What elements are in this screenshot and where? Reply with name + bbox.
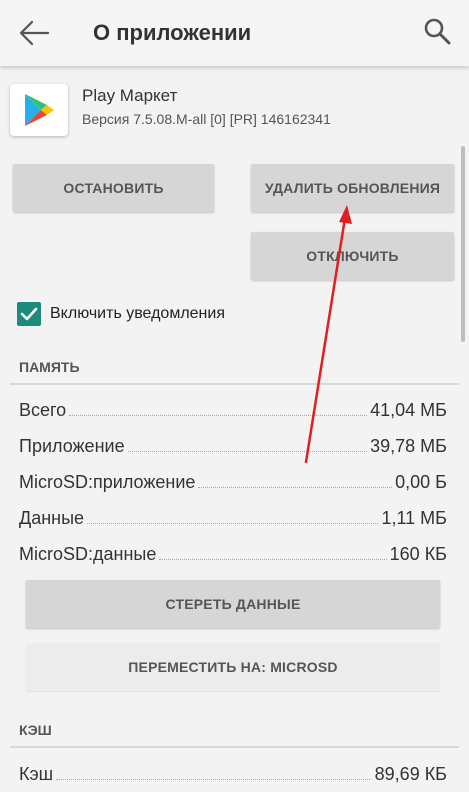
row-label: MicroSD:приложение <box>19 472 196 492</box>
stop-button[interactable]: ОСТАНОВИТЬ <box>13 164 214 212</box>
uninstall-updates-button[interactable]: УДАЛИТЬ ОБНОВЛЕНИЯ <box>251 164 454 212</box>
row-value: 89,69 КБ <box>374 764 447 784</box>
play-store-icon <box>10 84 68 136</box>
row-value: 39,78 МБ <box>370 436 447 456</box>
cache-section-header: КЭШ <box>19 722 52 738</box>
row-label: Кэш <box>19 764 54 784</box>
app-header: Play Маркет Версия 7.5.08.M-all [0] [PR]… <box>10 84 450 144</box>
app-bar: О приложении <box>0 0 469 66</box>
row-label: Данные <box>19 508 85 528</box>
dot-leader <box>69 414 368 416</box>
clear-data-button[interactable]: СТЕРЕТЬ ДАННЫЕ <box>26 580 440 628</box>
app-info-content[interactable]: Play Маркет Версия 7.5.08.M-all [0] [PR]… <box>0 66 469 792</box>
checkbox-checked[interactable] <box>17 302 41 326</box>
row-value: 1,11 МБ <box>381 508 447 528</box>
cache-divider <box>10 746 459 748</box>
memory-row-microsd-data: MicroSD:данные 160 КБ <box>19 541 447 565</box>
memory-row-app: Приложение 39,78 МБ <box>19 433 447 457</box>
memory-row-microsd-app: MicroSD:приложение 0,00 Б <box>19 469 447 493</box>
row-value: 0,00 Б <box>395 472 447 492</box>
disable-button[interactable]: ОТКЛЮЧИТЬ <box>251 232 454 280</box>
app-version: Версия 7.5.08.M-all [0] [PR] 146162341 <box>82 111 331 127</box>
notifications-toggle[interactable]: Включить уведомления <box>17 302 437 328</box>
check-icon <box>20 307 38 321</box>
dot-leader <box>56 778 372 780</box>
memory-row-total: Всего 41,04 МБ <box>19 397 447 421</box>
row-label: Приложение <box>19 436 125 456</box>
row-label: Всего <box>19 400 67 420</box>
dot-leader <box>87 522 379 524</box>
notifications-label: Включить уведомления <box>50 305 225 322</box>
memory-section-header: ПАМЯТЬ <box>19 359 80 375</box>
arrow-left-icon[interactable] <box>18 18 50 48</box>
scrollbar[interactable] <box>461 146 465 342</box>
row-label: MicroSD:данные <box>19 544 157 564</box>
memory-row-data: Данные 1,11 МБ <box>19 505 447 529</box>
dot-leader <box>159 558 387 560</box>
search-icon[interactable] <box>422 16 452 46</box>
memory-divider <box>10 383 459 385</box>
app-name: Play Маркет <box>82 86 178 105</box>
dot-leader <box>127 450 368 452</box>
cache-row: Кэш 89,69 КБ <box>19 761 447 785</box>
move-to-microsd-button[interactable]: ПЕРЕМЕСТИТЬ НА: MICROSD <box>26 643 440 691</box>
page-title: О приложении <box>93 20 252 45</box>
dot-leader <box>198 486 393 488</box>
row-value: 41,04 МБ <box>370 400 447 420</box>
row-value: 160 КБ <box>389 544 447 564</box>
